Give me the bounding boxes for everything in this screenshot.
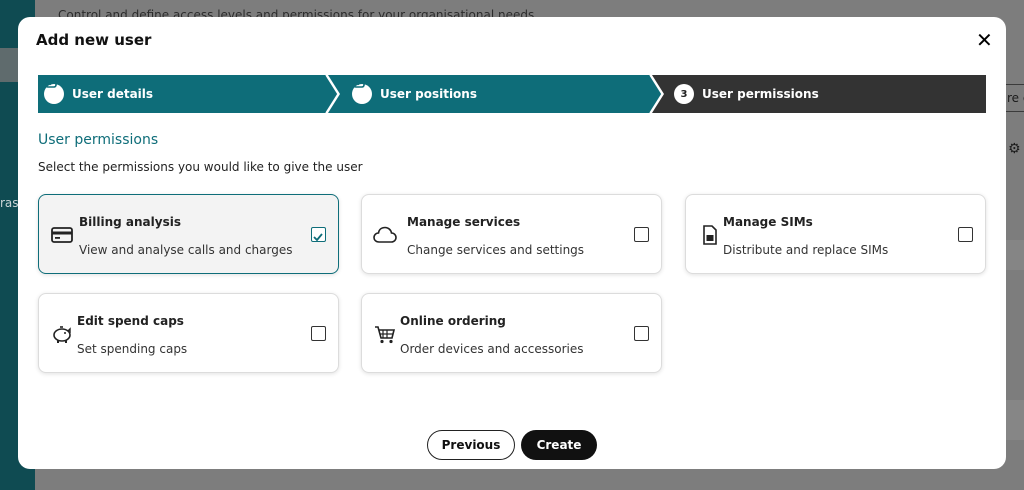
step-user-permissions[interactable]: 3 User permissions (674, 75, 819, 113)
permission-title: Online ordering (400, 314, 506, 328)
permission-title: Manage services (407, 215, 521, 229)
credit-card-icon (50, 223, 74, 247)
permission-description: View and analyse calls and charges (79, 243, 293, 257)
permission-description: Distribute and replace SIMs (723, 243, 889, 257)
permission-title: Edit spend caps (77, 314, 184, 328)
permission-title: Billing analysis (79, 215, 181, 229)
cloud-icon (372, 223, 397, 247)
previous-button[interactable]: Previous (427, 430, 515, 460)
section-description: Select the permissions you would like to… (38, 160, 363, 174)
background-band (1004, 400, 1024, 440)
sim-card-icon (697, 223, 721, 247)
step-label: User positions (380, 87, 477, 101)
close-icon[interactable]: ✕ (976, 29, 993, 51)
permission-card-edit-spend-caps[interactable]: Edit spend caps Set spending caps (38, 293, 339, 373)
create-button[interactable]: Create (521, 430, 597, 460)
permission-card-manage-sims[interactable]: Manage SIMs Distribute and replace SIMs (685, 194, 986, 274)
check-circle-icon (44, 76, 64, 104)
permission-description: Order devices and accessories (400, 342, 584, 356)
permission-description: Change services and settings (407, 243, 585, 257)
permission-checkbox[interactable] (634, 326, 649, 341)
check-icon (313, 233, 323, 242)
step-number: 3 (674, 84, 694, 104)
permission-card-online-ordering[interactable]: Online ordering Order devices and access… (361, 293, 662, 373)
section-title: User permissions (38, 132, 159, 148)
step-user-positions[interactable]: User positions (352, 75, 477, 113)
piggy-bank-icon (50, 322, 74, 346)
modal-title: Add new user (36, 31, 152, 49)
gear-icon: ⚙ (1008, 141, 1021, 157)
stepper: User details User positions 3 User permi… (38, 75, 986, 113)
background-sidebar-text: ras (0, 196, 19, 210)
stepper-background (38, 75, 986, 113)
permission-description: Set spending caps (77, 342, 188, 356)
add-user-modal: Add new user ✕ User details User positio… (18, 17, 1006, 469)
permission-checkbox[interactable] (311, 326, 326, 341)
permission-checkbox[interactable] (634, 227, 649, 242)
permission-checkbox[interactable] (311, 227, 326, 242)
shopping-cart-icon (373, 322, 397, 346)
permission-card-manage-services[interactable]: Manage services Change services and sett… (361, 194, 662, 274)
background-band (1004, 240, 1024, 270)
step-label: User details (72, 87, 154, 101)
permission-title: Manage SIMs (723, 215, 813, 229)
check-circle-icon (352, 76, 372, 104)
step-user-details[interactable]: User details (44, 75, 153, 113)
permission-card-billing-analysis[interactable]: Billing analysis View and analyse calls … (38, 194, 339, 274)
permission-checkbox[interactable] (958, 227, 973, 242)
step-label: User permissions (702, 87, 819, 101)
